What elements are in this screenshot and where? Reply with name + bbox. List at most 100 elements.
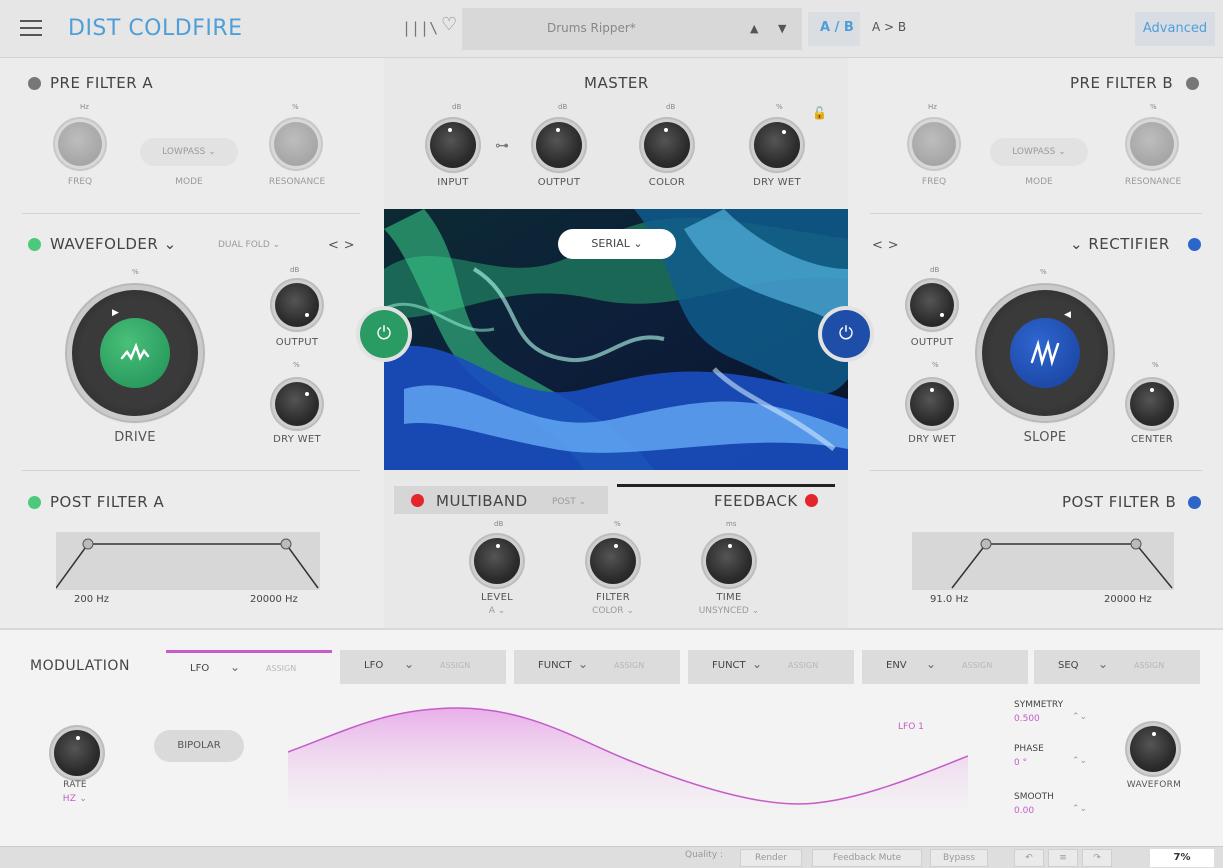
modulation-tab-5[interactable]: ENV ⌄ ASSIGN — [862, 650, 1028, 684]
pre-filter-b-mode-dropdown[interactable]: LOWPASS ⌄ — [990, 138, 1088, 166]
multiband-led[interactable] — [411, 494, 424, 507]
divider — [870, 470, 1202, 471]
pre-filter-a-freq-knob[interactable] — [58, 122, 102, 166]
symmetry-label: SYMMETRY — [1014, 700, 1064, 710]
chevron-down-icon[interactable]: ⌄ — [230, 660, 240, 674]
chevron-down-icon[interactable]: ⌄ — [752, 657, 762, 671]
master-input-knob[interactable] — [430, 122, 476, 168]
preset-selector[interactable]: Drums Ripper* ▲ ▼ — [462, 8, 802, 50]
lock-icon[interactable]: 🔓 — [812, 106, 827, 120]
symmetry-spinner-icon[interactable]: ⌃⌄ — [1072, 712, 1087, 722]
assign-label[interactable]: ASSIGN — [962, 661, 992, 670]
pre-filter-b-resonance-knob[interactable] — [1130, 122, 1174, 166]
rate-knob[interactable] — [54, 730, 100, 776]
modulation-tab-4[interactable]: FUNCT ⌄ ASSIGN — [688, 650, 854, 684]
symmetry-value[interactable]: 0.500 — [1014, 714, 1040, 724]
post-filter-b-high-value[interactable]: 20000 Hz — [1104, 594, 1152, 605]
modulation-tab-3[interactable]: FUNCT ⌄ ASSIGN — [514, 650, 680, 684]
heart-icon[interactable]: ♡ — [441, 14, 457, 35]
link-icon[interactable]: ⊶ — [495, 138, 509, 154]
drive-indicator: ▶ — [112, 308, 119, 318]
waveform-knob[interactable] — [1130, 726, 1176, 772]
wavefolder-type-dropdown[interactable]: DUAL FOLD ⌄ — [218, 240, 280, 250]
phase-value[interactable]: 0 ° — [1014, 758, 1027, 768]
library-icon[interactable]: |||\ — [402, 19, 438, 37]
rectifier-nav-arrows[interactable]: < > — [872, 238, 899, 253]
filter-knob[interactable] — [590, 538, 636, 584]
rectifier-led[interactable] — [1188, 238, 1201, 251]
routing-dropdown[interactable]: SERIAL ⌄ — [558, 229, 676, 259]
copy-a-to-b-button[interactable]: A > B — [872, 20, 906, 34]
pre-filter-a-resonance-knob[interactable] — [274, 122, 318, 166]
modulation-tab-2[interactable]: LFO ⌄ ASSIGN — [340, 650, 506, 684]
wavefolder-title[interactable]: WAVEFOLDER ⌄ — [50, 235, 177, 253]
pre-filter-b-led[interactable] — [1186, 77, 1199, 90]
rectifier-icon — [1010, 318, 1080, 388]
redo-icon[interactable]: ↷ — [1082, 849, 1112, 867]
time-sub-dropdown[interactable]: UNSYNCED ⌄ — [684, 606, 774, 616]
filter-sub-dropdown[interactable]: COLOR ⌄ — [578, 606, 648, 616]
assign-label[interactable]: ASSIGN — [1134, 661, 1164, 670]
multiband-position-dropdown[interactable]: POST ⌄ — [552, 497, 586, 507]
post-filter-b-low-value[interactable]: 91.0 Hz — [930, 594, 968, 605]
rectifier-title[interactable]: ⌄ RECTIFIER — [1070, 235, 1170, 253]
zoom-value[interactable]: 7% — [1150, 849, 1214, 867]
pre-filter-a-led[interactable] — [28, 77, 41, 90]
wavefolder-drywet-knob[interactable] — [275, 382, 319, 426]
phase-spinner-icon[interactable]: ⌃⌄ — [1072, 756, 1087, 766]
modulation-tab-1[interactable]: LFO ⌄ ASSIGN — [166, 650, 332, 684]
hamburger-icon[interactable] — [20, 20, 42, 36]
post-filter-a-high-value[interactable]: 20000 Hz — [250, 594, 298, 605]
chevron-down-icon[interactable]: ⌄ — [926, 657, 936, 671]
rectifier-drywet-knob[interactable] — [910, 382, 954, 426]
pre-filter-a-title: PRE FILTER A — [50, 74, 154, 92]
drive-knob[interactable]: ▶ — [72, 290, 198, 416]
chevron-down-icon[interactable]: ⌄ — [404, 657, 414, 671]
tab-type: FUNCT — [712, 660, 746, 671]
level-sub-dropdown[interactable]: A ⌄ — [462, 606, 532, 616]
assign-label[interactable]: ASSIGN — [788, 661, 818, 670]
assign-label[interactable]: ASSIGN — [440, 661, 470, 670]
undo-icon[interactable]: ↶ — [1014, 849, 1044, 867]
smooth-value[interactable]: 0.00 — [1014, 806, 1034, 816]
time-knob[interactable] — [706, 538, 752, 584]
previous-preset-icon[interactable]: ▲ — [750, 22, 758, 35]
rate-unit-dropdown[interactable]: HZ ⌄ — [40, 794, 110, 804]
post-filter-b-graph[interactable] — [912, 532, 1174, 590]
wavefolder-output-knob[interactable] — [275, 283, 319, 327]
assign-label[interactable]: ASSIGN — [266, 664, 296, 673]
next-preset-icon[interactable]: ▼ — [778, 22, 786, 35]
level-knob[interactable] — [474, 538, 520, 584]
bipolar-button[interactable]: BIPOLAR — [154, 730, 244, 762]
chevron-down-icon[interactable]: ⌄ — [1098, 657, 1108, 671]
master-drywet-knob[interactable] — [754, 122, 800, 168]
modulation-title: MODULATION — [30, 658, 130, 674]
power-right-icon[interactable]: ⏻ — [822, 310, 870, 358]
post-filter-a-led[interactable] — [28, 496, 41, 509]
assign-label[interactable]: ASSIGN — [614, 661, 644, 670]
lfo-waveform-display[interactable] — [287, 700, 969, 808]
pre-filter-a-mode-dropdown[interactable]: LOWPASS ⌄ — [140, 138, 238, 166]
wavefolder-led[interactable] — [28, 238, 41, 251]
pre-filter-b-freq-knob[interactable] — [912, 122, 956, 166]
smooth-spinner-icon[interactable]: ⌃⌄ — [1072, 804, 1087, 814]
chevron-down-icon[interactable]: ⌄ — [578, 657, 588, 671]
feedback-led[interactable] — [805, 494, 818, 507]
modulation-tab-6[interactable]: SEQ ⌄ ASSIGN — [1034, 650, 1200, 684]
post-filter-a-graph[interactable] — [55, 532, 320, 590]
history-icon[interactable]: ≡ — [1048, 849, 1078, 867]
feedback-mute-button[interactable]: Feedback Mute — [812, 849, 922, 867]
render-button[interactable]: Render — [740, 849, 802, 867]
wavefolder-nav-arrows[interactable]: < > — [328, 238, 355, 253]
center-knob[interactable] — [1130, 382, 1174, 426]
advanced-button[interactable]: Advanced — [1135, 12, 1215, 46]
bypass-button[interactable]: Bypass — [930, 849, 988, 867]
master-output-knob[interactable] — [536, 122, 582, 168]
slope-knob[interactable]: ◀ — [982, 290, 1108, 416]
post-filter-b-led[interactable] — [1188, 496, 1201, 509]
post-filter-a-low-value[interactable]: 200 Hz — [74, 594, 109, 605]
ab-toggle[interactable]: A / B — [808, 12, 860, 46]
master-color-knob[interactable] — [644, 122, 690, 168]
rectifier-output-knob[interactable] — [910, 283, 954, 327]
power-left-icon[interactable]: ⏻ — [360, 310, 408, 358]
